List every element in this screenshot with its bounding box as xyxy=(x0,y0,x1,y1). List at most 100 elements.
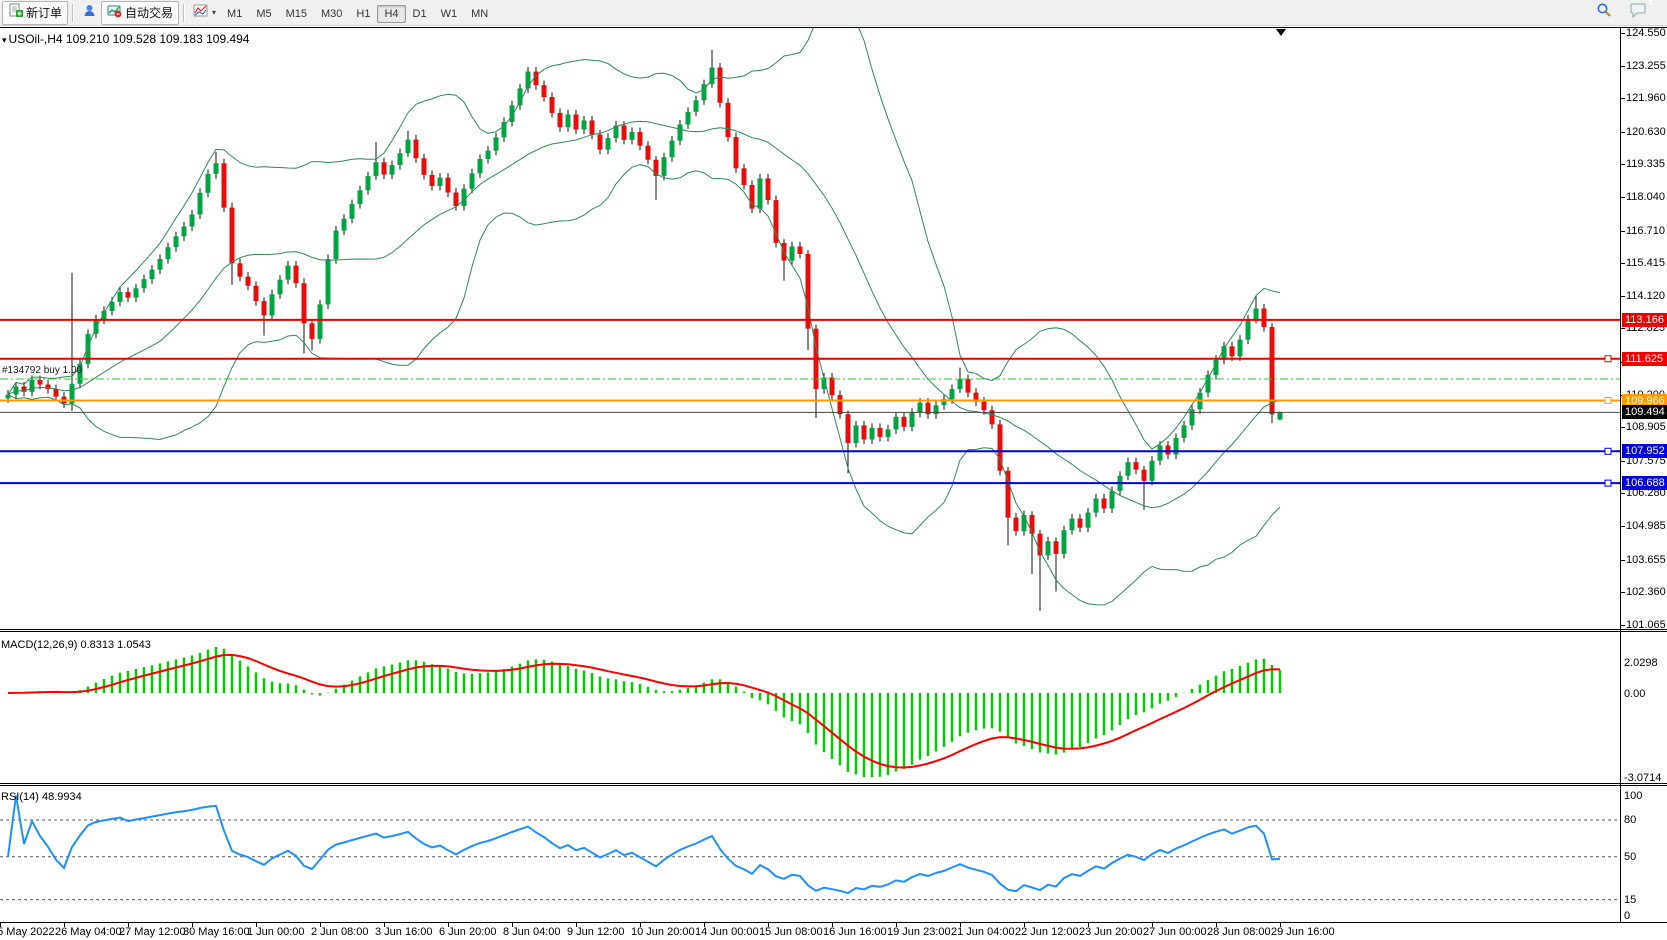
timeframe-m30-button[interactable]: M30 xyxy=(314,5,349,23)
ohlc-open: 109.210 xyxy=(66,32,109,46)
algo-trading-button[interactable]: 自动交易 xyxy=(101,1,179,25)
line-drag-handle[interactable] xyxy=(1605,356,1611,362)
price-tick-label: 116.710 xyxy=(1626,225,1665,237)
candle-body xyxy=(550,97,555,113)
candle-body xyxy=(630,132,635,140)
candle-body xyxy=(142,279,147,288)
candle-body xyxy=(1078,519,1083,528)
panel-separator[interactable] xyxy=(0,631,1667,632)
chart-area[interactable]: ▾USOil-,H4 109.210 109.528 109.183 109.4… xyxy=(0,26,1667,940)
candle-body xyxy=(694,100,699,112)
bollinger-upper-band[interactable] xyxy=(8,26,1280,449)
price-chart-canvas[interactable] xyxy=(0,26,1667,940)
candle-body xyxy=(262,301,267,315)
new-order-button[interactable]: 新订单 xyxy=(2,1,68,25)
price-tick-label: 102.360 xyxy=(1626,586,1666,598)
candle-body xyxy=(1054,541,1059,554)
candle-body xyxy=(366,176,371,190)
search-button[interactable] xyxy=(1592,1,1616,25)
candle-body xyxy=(174,236,179,247)
rsi-axis-label: 100 xyxy=(1624,790,1642,802)
level-price-label: 106.688 xyxy=(1622,476,1667,490)
new-order-icon xyxy=(8,3,23,23)
timeframe-d1-button[interactable]: D1 xyxy=(406,5,434,23)
candle-body xyxy=(478,159,483,173)
new-order-label: 新订单 xyxy=(26,4,62,21)
candle-body xyxy=(1110,491,1115,509)
time-axis[interactable]: 25 May 202226 May 04:0027 May 12:0030 Ma… xyxy=(0,923,1667,940)
timeframe-h4-button[interactable]: H4 xyxy=(377,5,405,23)
candle-body xyxy=(542,85,547,97)
timeframe-mn-button[interactable]: MN xyxy=(464,5,495,23)
panel-separator[interactable] xyxy=(0,785,1667,786)
timeframe-m5-button[interactable]: M5 xyxy=(249,5,278,23)
price-tick-label: 118.040 xyxy=(1626,191,1665,203)
rsi-panel[interactable] xyxy=(0,796,1620,900)
candle-body xyxy=(1014,518,1019,532)
line-drag-handle[interactable] xyxy=(1605,398,1611,404)
indicators-dropdown-icon[interactable]: ▾ xyxy=(212,8,216,17)
candle-body xyxy=(254,286,259,301)
time-axis-label: 10 Jun 20:00 xyxy=(631,926,695,938)
candle-body xyxy=(246,277,251,286)
candle-body xyxy=(670,141,675,158)
rsi-line[interactable] xyxy=(8,796,1280,894)
candle-body xyxy=(438,178,443,186)
rsi-axis-label: 15 xyxy=(1624,894,1636,906)
candle-body xyxy=(358,190,363,204)
panel-separator[interactable] xyxy=(0,629,1667,630)
candle-body xyxy=(134,288,139,297)
time-axis-label: 21 Jun 04:00 xyxy=(951,926,1015,938)
candle-body xyxy=(286,266,291,280)
candle-body xyxy=(150,270,155,280)
candle-body xyxy=(414,140,419,159)
candle-body xyxy=(662,157,667,176)
data-window-icon xyxy=(82,3,97,23)
line-drag-handle[interactable] xyxy=(1605,480,1611,486)
macd-panel[interactable] xyxy=(8,647,1280,777)
data-window-button[interactable] xyxy=(78,1,101,25)
time-axis-label: 6 Jun 20:00 xyxy=(439,926,497,938)
candle-body xyxy=(1158,446,1163,461)
price-tick-label: 120.630 xyxy=(1626,126,1666,138)
panel-separator[interactable] xyxy=(0,783,1667,784)
chart-shift-marker-icon[interactable] xyxy=(1276,29,1286,36)
notifications-button[interactable]: 1 xyxy=(1626,1,1651,25)
candle-body xyxy=(294,266,299,284)
candle-body xyxy=(334,231,339,259)
candle-body xyxy=(622,125,627,139)
mt4-terminal: 新订单 自动交易 ▾▾▾EFAT▾ M1M5M15M30H1H4D1W1MN 1… xyxy=(0,0,1667,940)
candle-body xyxy=(910,413,915,427)
bollinger-lower-band[interactable] xyxy=(8,165,1280,605)
indicators-button[interactable]: ▾ xyxy=(189,1,220,25)
candle-body xyxy=(382,162,387,174)
candle-body xyxy=(846,414,851,443)
candle-body xyxy=(214,163,219,174)
timeframe-h1-button[interactable]: H1 xyxy=(349,5,377,23)
candle-body xyxy=(1006,471,1011,518)
candle-body xyxy=(446,178,451,193)
candle-body xyxy=(38,380,43,385)
candle-body xyxy=(486,151,491,159)
candle-body xyxy=(1230,346,1235,356)
candle-body xyxy=(1150,461,1155,481)
candle-body xyxy=(342,219,347,231)
timeframe-m15-button[interactable]: M15 xyxy=(279,5,314,23)
line-drag-handle[interactable] xyxy=(1605,448,1611,454)
candle-body xyxy=(854,425,859,443)
time-axis-label: 30 May 16:00 xyxy=(183,926,250,938)
timeframe-m1-button[interactable]: M1 xyxy=(220,5,249,23)
candle-body xyxy=(982,402,987,411)
candle-body xyxy=(1070,519,1075,531)
time-axis-label: 19 Jun 23:00 xyxy=(887,926,951,938)
candle-body xyxy=(406,140,411,154)
candle-body xyxy=(758,178,763,208)
candle-body xyxy=(1182,425,1187,438)
time-axis-label: 25 May 2022 xyxy=(0,926,55,938)
candle-body xyxy=(1190,409,1195,425)
candle-body xyxy=(494,137,499,150)
candle-body xyxy=(838,395,843,414)
main-price-panel[interactable] xyxy=(6,26,1283,611)
timeframe-w1-button[interactable]: W1 xyxy=(434,5,465,23)
candle-body xyxy=(790,246,795,260)
